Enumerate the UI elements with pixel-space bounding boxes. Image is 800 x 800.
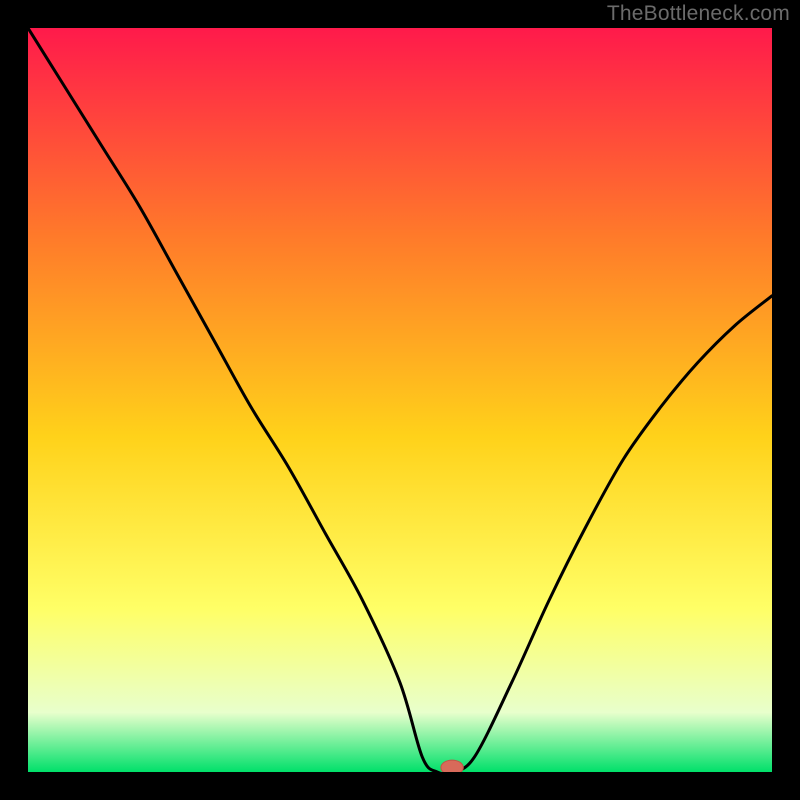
watermark-text: TheBottleneck.com	[607, 2, 790, 26]
plot-area	[28, 28, 772, 772]
optimum-marker	[441, 760, 463, 772]
chart-frame: TheBottleneck.com	[0, 0, 800, 800]
gradient-background	[28, 28, 772, 772]
plot-svg	[28, 28, 772, 772]
